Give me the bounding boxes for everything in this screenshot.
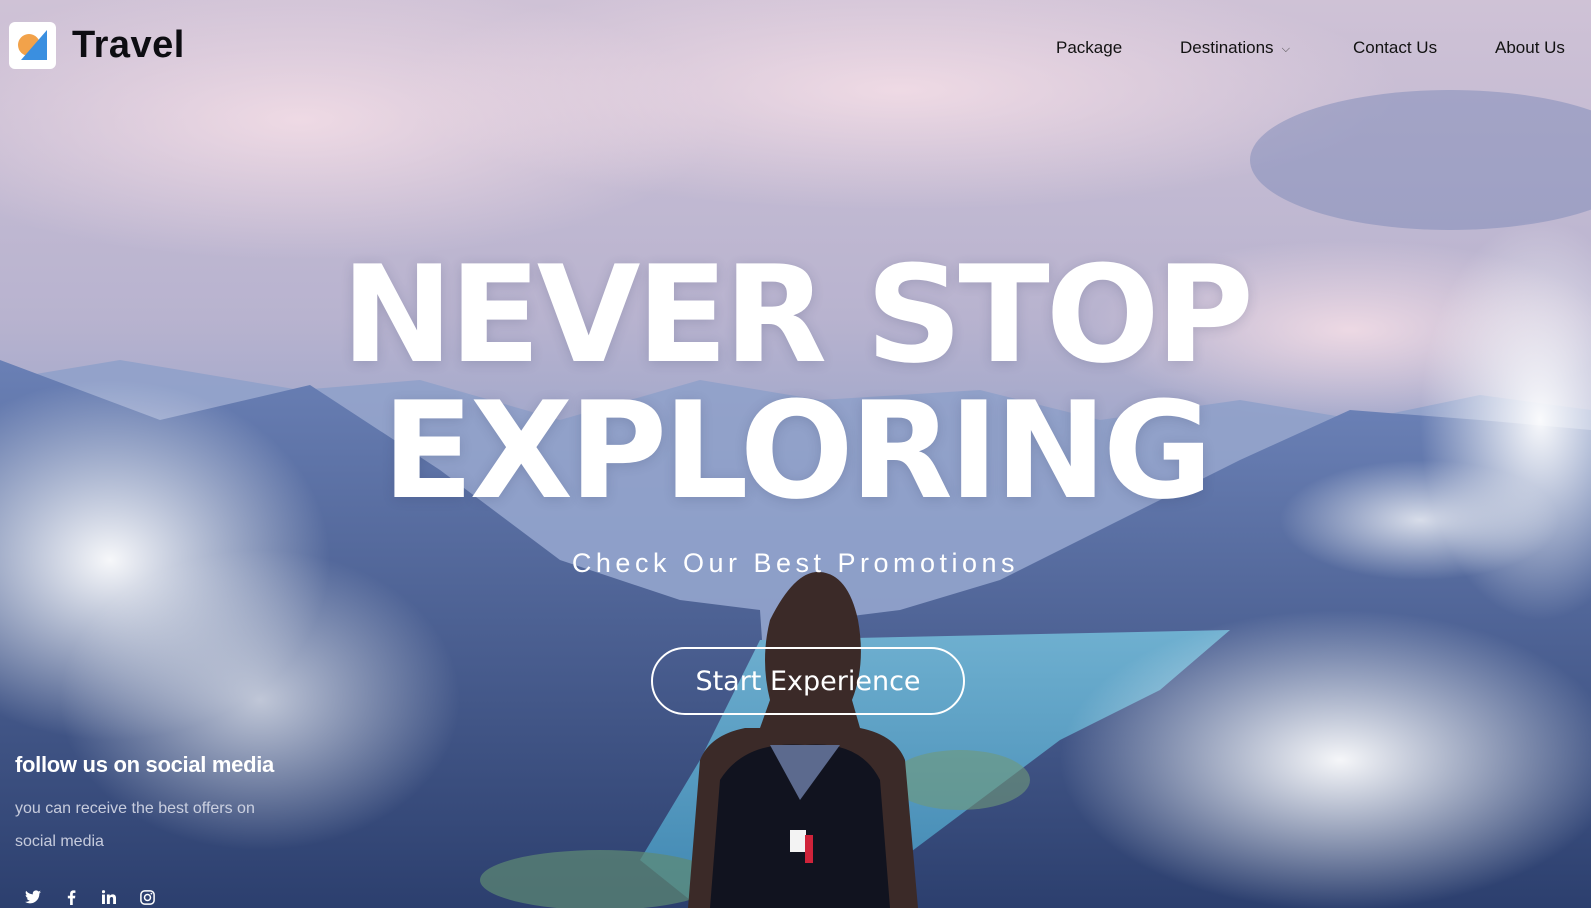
nav-item-destinations[interactable]: Destinations ⌵	[1180, 38, 1290, 58]
chevron-down-icon: ⌵	[1281, 43, 1290, 55]
nav-item-about-us[interactable]: About Us	[1495, 38, 1565, 58]
social-description: you can receive the best offers on socia…	[15, 800, 255, 850]
social-heading: follow us on social media	[15, 752, 274, 777]
brand-logo[interactable]: Travel	[9, 22, 185, 69]
nav-item-contact-us[interactable]: Contact Us	[1353, 38, 1437, 58]
hero-title-line1: NEVER STOP	[341, 237, 1254, 393]
compass-logo-icon	[9, 22, 56, 69]
nav-item-package[interactable]: Package	[1056, 38, 1122, 58]
instagram-icon[interactable]	[138, 888, 156, 906]
social-icons	[24, 888, 156, 906]
hero-subtitle: Check Our Best Promotions	[571, 548, 1020, 578]
twitter-icon[interactable]	[24, 888, 42, 906]
nav-item-destinations-label: Destinations	[1180, 38, 1274, 57]
start-experience-button[interactable]: Start Experience	[651, 647, 965, 715]
site-header: Travel Package Destinations ⌵ Contact Us …	[0, 0, 1591, 92]
main-navigation: Package Destinations ⌵ Contact Us About U…	[1031, 38, 1591, 62]
linkedin-icon[interactable]	[100, 888, 118, 906]
brand-name: Travel	[72, 24, 185, 66]
facebook-icon[interactable]	[62, 888, 80, 906]
hero-title-line2: EXPLORING	[382, 373, 1213, 529]
